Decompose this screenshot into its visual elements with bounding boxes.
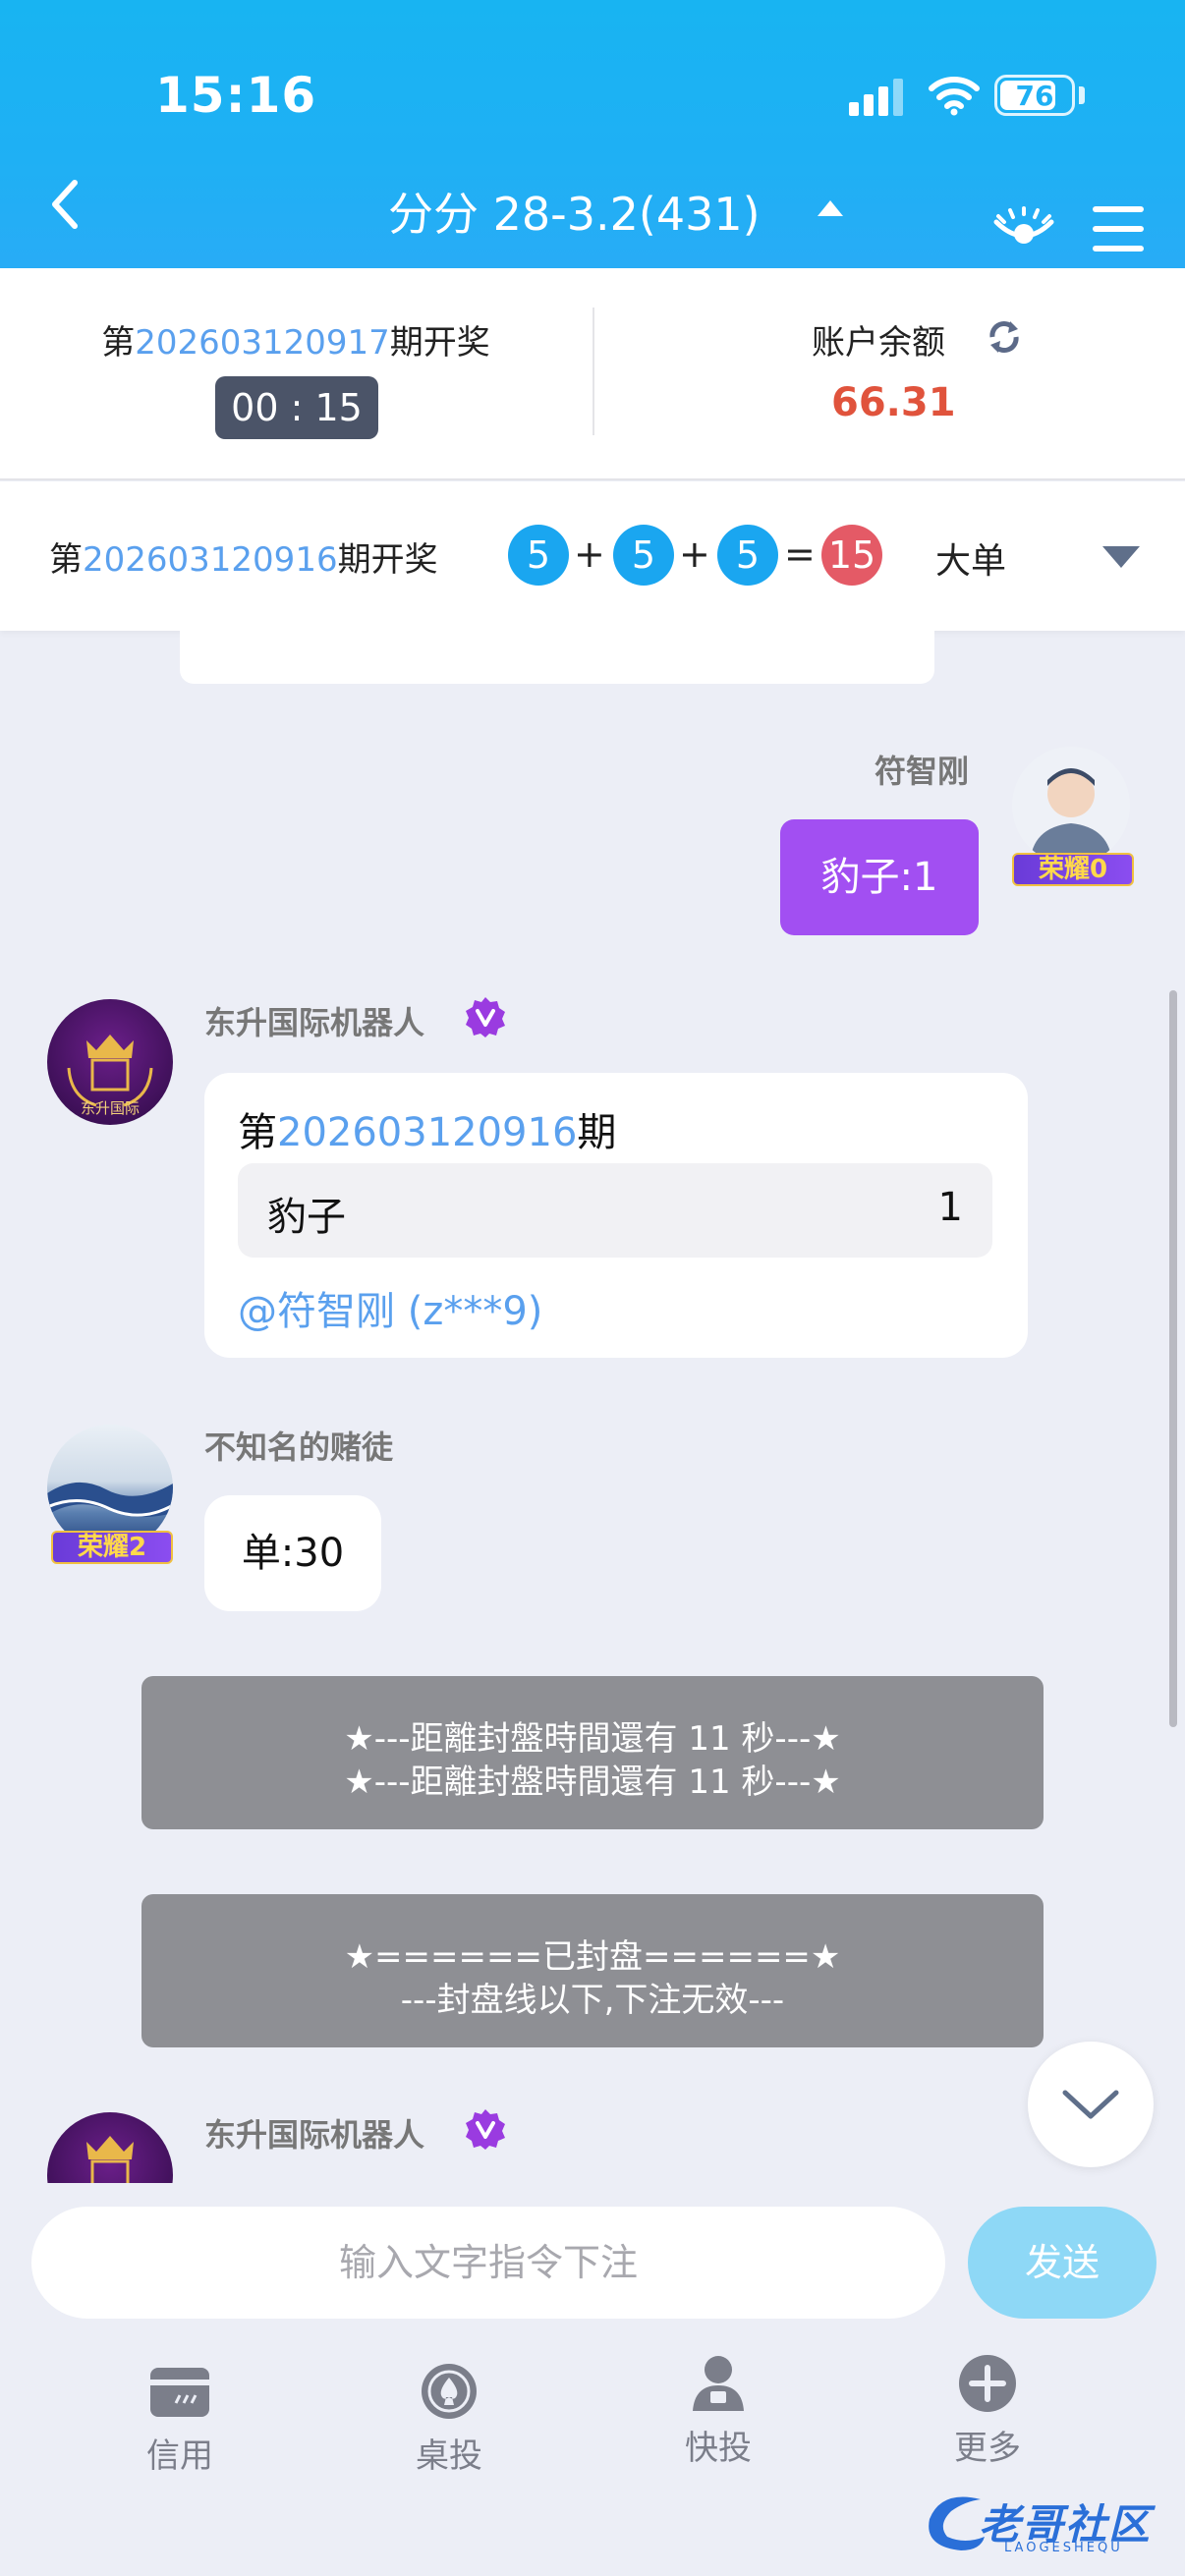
menu-icon[interactable] [1093, 206, 1148, 252]
bet-amount: 1 [937, 1185, 963, 1230]
tab-credit[interactable]: 信用 [101, 2362, 258, 2490]
last-draw-suffix: 期开奖 [337, 540, 438, 580]
credit-card-icon [150, 2368, 209, 2417]
next-draw-prefix: 第 [101, 323, 136, 363]
battery-icon: 76 [994, 75, 1075, 116]
verified-v-icon [466, 997, 505, 1037]
system-message: ★---距離封盤時間還有 11 秒---★ ★---距離封盤時間還有 11 秒-… [141, 1676, 1044, 1829]
chevron-down-icon [1062, 2090, 1119, 2119]
message-bubble[interactable]: 单:30 [204, 1495, 381, 1611]
last-draw-prefix: 第 [49, 540, 83, 580]
confirm-period-prefix: 第 [238, 1110, 277, 1155]
tab-table-bet[interactable]: 桌投 [370, 2362, 528, 2490]
result-ball: 5 [717, 525, 778, 586]
verified-v-icon [466, 2109, 505, 2150]
wifi-icon [929, 77, 980, 116]
back-arrow-icon[interactable] [41, 175, 90, 234]
rank-badge: 荣耀0 [1012, 853, 1134, 886]
bet-confirmation-card: 第202603120916期 豹子 1 @符智刚 (z***9) [204, 1073, 1028, 1358]
user-lock-icon [693, 2356, 744, 2411]
status-time: 15:16 [155, 67, 317, 124]
plus-sign: + [574, 532, 605, 576]
tab-quick-bet[interactable]: 快投 [640, 2354, 797, 2482]
next-draw-suffix: 期开奖 [389, 323, 490, 363]
chat-scrollbar[interactable] [1169, 990, 1177, 1727]
watermark-logo: 老哥社区 LAOGESHEQU [922, 2486, 1167, 2564]
robot-avatar[interactable]: 东升国际 [47, 999, 173, 1125]
plus-sign: + [679, 532, 710, 576]
previous-message-card [180, 631, 934, 684]
confirm-period-suffix: 期 [577, 1110, 617, 1155]
user-avatar[interactable] [1012, 747, 1130, 865]
command-input[interactable] [31, 2207, 945, 2319]
spade-chip-icon [422, 2364, 477, 2419]
result-ball: 5 [508, 525, 569, 586]
next-draw-period: 202603120917 [135, 323, 390, 363]
result-ball: 5 [613, 525, 674, 586]
system-message: ★======已封盘======★ ---封盘线以下,下注无效--- [141, 1894, 1044, 2047]
result-ball [419, 631, 470, 648]
confirm-period: 第202603120916期 [238, 1100, 616, 1157]
tab-label: 桌投 [416, 2436, 482, 2476]
robot-avatar-text: 东升国际 [80, 1099, 140, 1117]
person-silhouette-icon [1030, 768, 1112, 865]
eye-hidden-icon[interactable] [992, 204, 1055, 252]
mention-link[interactable]: @符智刚 (z***9) [238, 1279, 542, 1336]
tab-label: 快投 [685, 2429, 752, 2468]
system-message-line: ★======已封盘======★ [344, 1937, 841, 1977]
confirm-period-number: 202603120916 [277, 1110, 578, 1155]
system-message-line: ---封盘线以下,下注无效--- [400, 1981, 785, 2020]
result-ball [305, 631, 356, 648]
draw-info-bar: 第202603120917期开奖 00 : 15 账户余额 66.31 [0, 268, 1185, 480]
result-ball [532, 631, 583, 648]
chat-area[interactable]: 符智刚 荣耀0 豹子:1 东升国际 东升国际机器人 第202603120916期… [0, 631, 1185, 2183]
last-result-bar[interactable]: 第202603120916期开奖 5 + 5 + 5 = 15 大单 [0, 481, 1185, 631]
sender-name: 符智刚 [875, 753, 970, 790]
scroll-to-bottom-button[interactable] [1028, 2042, 1154, 2167]
bet-row: 豹子 1 [238, 1163, 992, 1258]
chevron-down-icon[interactable] [1102, 546, 1140, 568]
sender-name: 不知名的赌徒 [204, 1428, 394, 1466]
tab-label: 更多 [954, 2429, 1021, 2468]
watermark-subtext: LAOGESHEQU [1004, 2541, 1123, 2555]
refresh-icon[interactable] [983, 317, 1026, 357]
send-button[interactable]: 发送 [968, 2207, 1157, 2319]
result-sum-ball [646, 631, 697, 648]
cellular-signal-icon [849, 77, 908, 116]
balance-value: 66.31 [831, 380, 956, 425]
room-title[interactable]: 分分 28-3.2(431) [388, 179, 761, 244]
equals-sign: = [784, 532, 816, 576]
balance-label: 账户余额 [812, 323, 945, 363]
plus-circle-icon [959, 2355, 1016, 2412]
rank-badge: 荣耀2 [51, 1531, 173, 1564]
divider [592, 308, 594, 435]
countdown-timer: 00 : 15 [215, 376, 378, 439]
caret-up-icon[interactable] [818, 200, 843, 216]
sender-name: 东升国际机器人 [204, 2116, 425, 2154]
tab-label: 信用 [146, 2436, 213, 2476]
message-bubble[interactable]: 豹子:1 [780, 819, 979, 935]
result-type: 大单 [935, 541, 1007, 582]
robot-avatar[interactable] [47, 2112, 173, 2183]
tab-more[interactable]: 更多 [909, 2354, 1066, 2482]
last-draw-period: 202603120916 [83, 540, 338, 580]
sender-name: 东升国际机器人 [204, 1004, 425, 1041]
battery-tip [1079, 86, 1085, 104]
crown-logo-icon [86, 2136, 134, 2183]
battery-level: 76 [1015, 80, 1054, 112]
next-draw-label: 第202603120917期开奖 [0, 315, 592, 364]
result-sum-ball: 15 [821, 525, 882, 586]
bet-name: 豹子 [267, 1195, 346, 1240]
system-message-line: ★---距離封盤時間還有 11 秒---★ [344, 1763, 841, 1802]
last-draw-label: 第202603120916期开奖 [49, 532, 438, 581]
system-message-line: ★---距離封盤時間還有 11 秒---★ [344, 1719, 841, 1759]
app-header: 15:16 76 分分 28-3.2(431) [0, 0, 1185, 268]
